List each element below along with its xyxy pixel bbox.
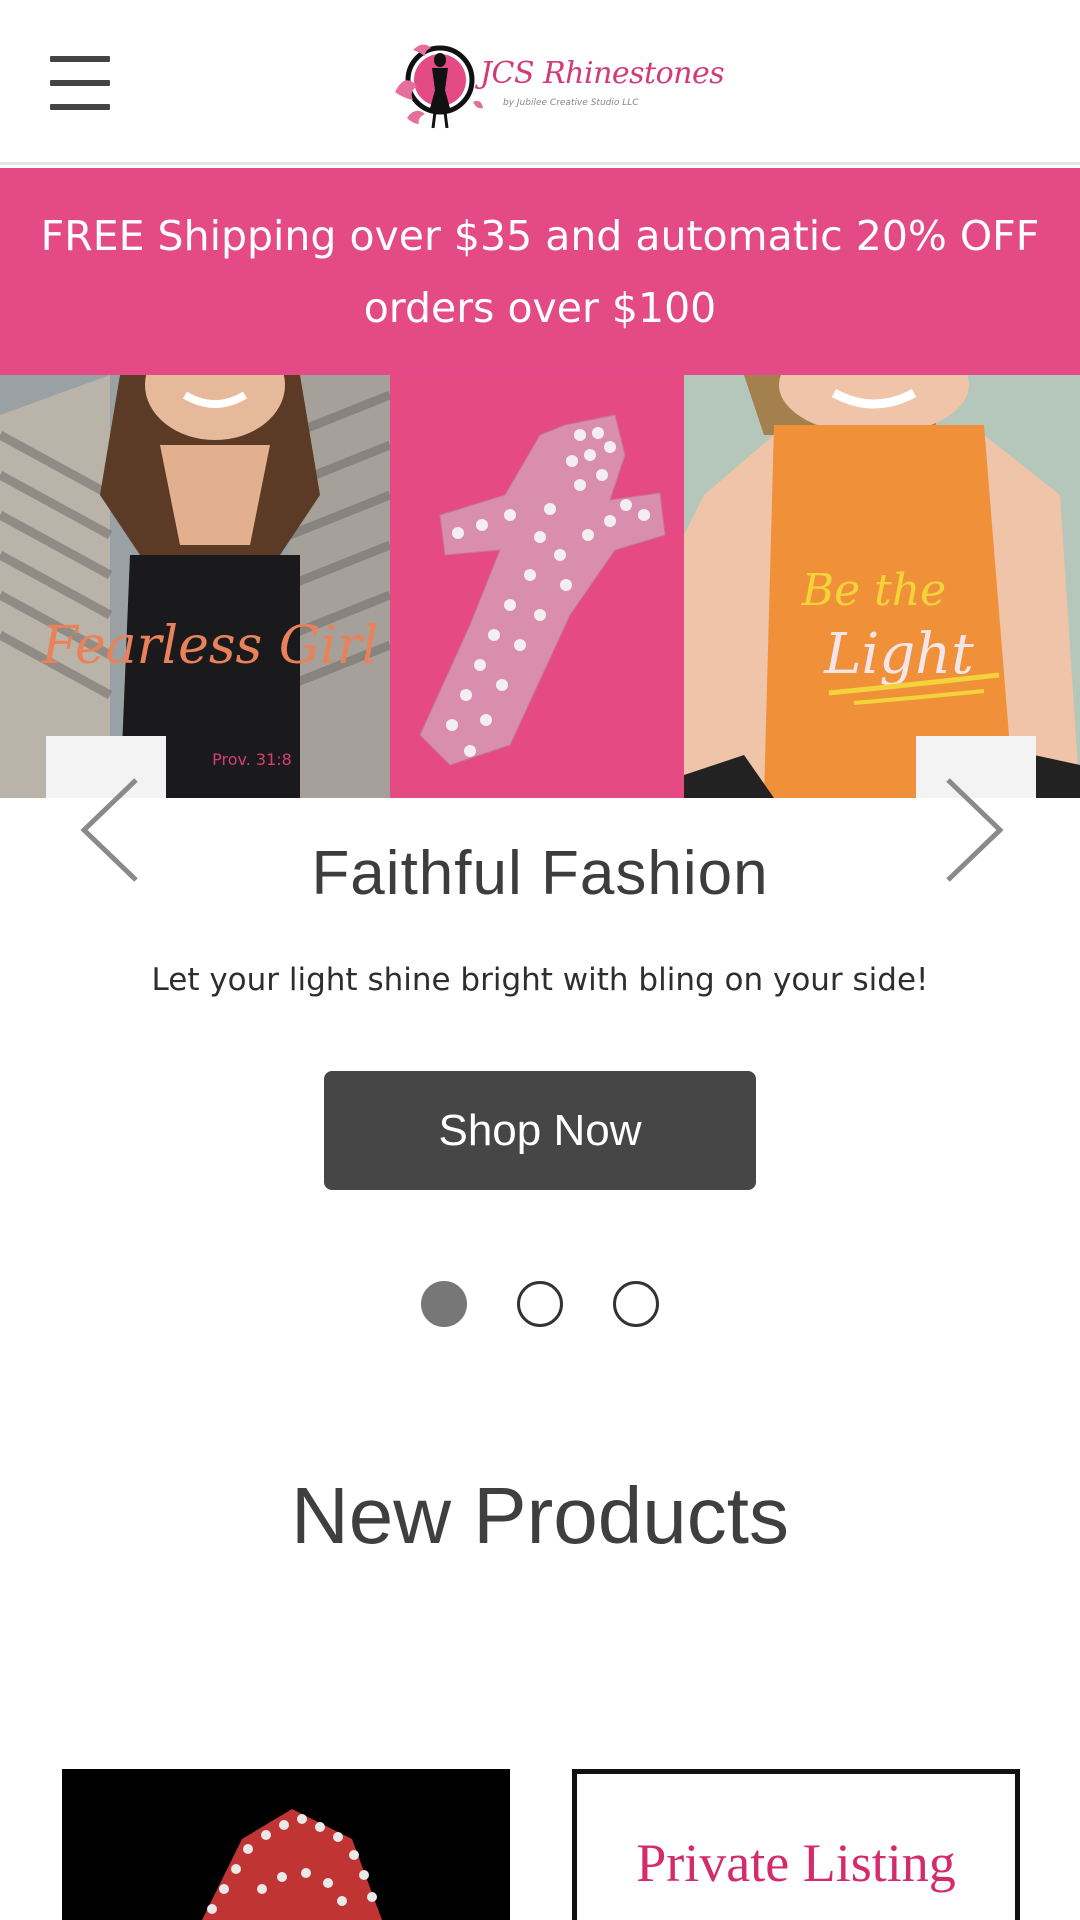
slide-title: Faithful Fashion <box>311 839 769 908</box>
private-listing-label: Private Listing <box>636 1833 956 1893</box>
hero-image-fearless-girl: Fearless Girl Prov. 31:8 <box>0 375 390 798</box>
logo-subtitle: by Jubilee Creative Studio LLC <box>503 98 639 108</box>
be-the-light-photo: Be the Light <box>684 375 1080 798</box>
menu-bar <box>50 56 110 62</box>
logo-title: JCS Rhinestones <box>480 56 725 91</box>
hero-image-be-the-light: Be the Light <box>684 375 1080 798</box>
product-card-private-listing[interactable]: Private Listing <box>572 1769 1020 1920</box>
promo-line-1: FREE Shipping over $35 and automatic 20%… <box>40 211 1040 260</box>
slider-dot-2[interactable] <box>517 1281 563 1327</box>
slider-dots <box>0 1281 1080 1327</box>
hamburger-menu-icon[interactable] <box>50 56 114 112</box>
promo-banner: FREE Shipping over $35 and automatic 20%… <box>0 168 1080 375</box>
logo-badge-icon <box>395 44 483 129</box>
slider-dot-1[interactable] <box>421 1281 467 1327</box>
be-the-text: Be the <box>801 565 946 616</box>
shop-now-button[interactable]: Shop Now <box>324 1071 756 1190</box>
site-header: JCS Rhinestones by Jubilee Creative Stud… <box>0 0 1080 165</box>
promo-line-2: orders over $100 <box>363 283 717 332</box>
section-title-new-products: New Products <box>291 1471 789 1560</box>
verse-text: Prov. 31:8 <box>212 750 292 769</box>
slider-dot-3[interactable] <box>613 1281 659 1327</box>
light-text: Light <box>823 622 974 687</box>
fearless-text: Fearless Girl <box>41 616 379 676</box>
fearless-girl-photo: Fearless Girl Prov. 31:8 <box>0 375 390 798</box>
menu-bar <box>50 80 110 86</box>
rhinestone-cross-photo <box>390 375 684 798</box>
menu-bar <box>50 104 110 110</box>
site-logo[interactable]: JCS Rhinestones by Jubilee Creative Stud… <box>385 28 725 138</box>
slide-subtitle: Let your light shine bright with bling o… <box>151 962 929 998</box>
product-card[interactable] <box>62 1769 510 1920</box>
hero-image-cross <box>390 375 684 798</box>
promo-text: FREE Shipping over $35 and automatic 20%… <box>41 200 1040 344</box>
hero-slider[interactable]: Fearless Girl Prov. 31:8 Be the Light <box>0 375 1080 798</box>
product-image-rhinestone-design <box>62 1769 510 1920</box>
